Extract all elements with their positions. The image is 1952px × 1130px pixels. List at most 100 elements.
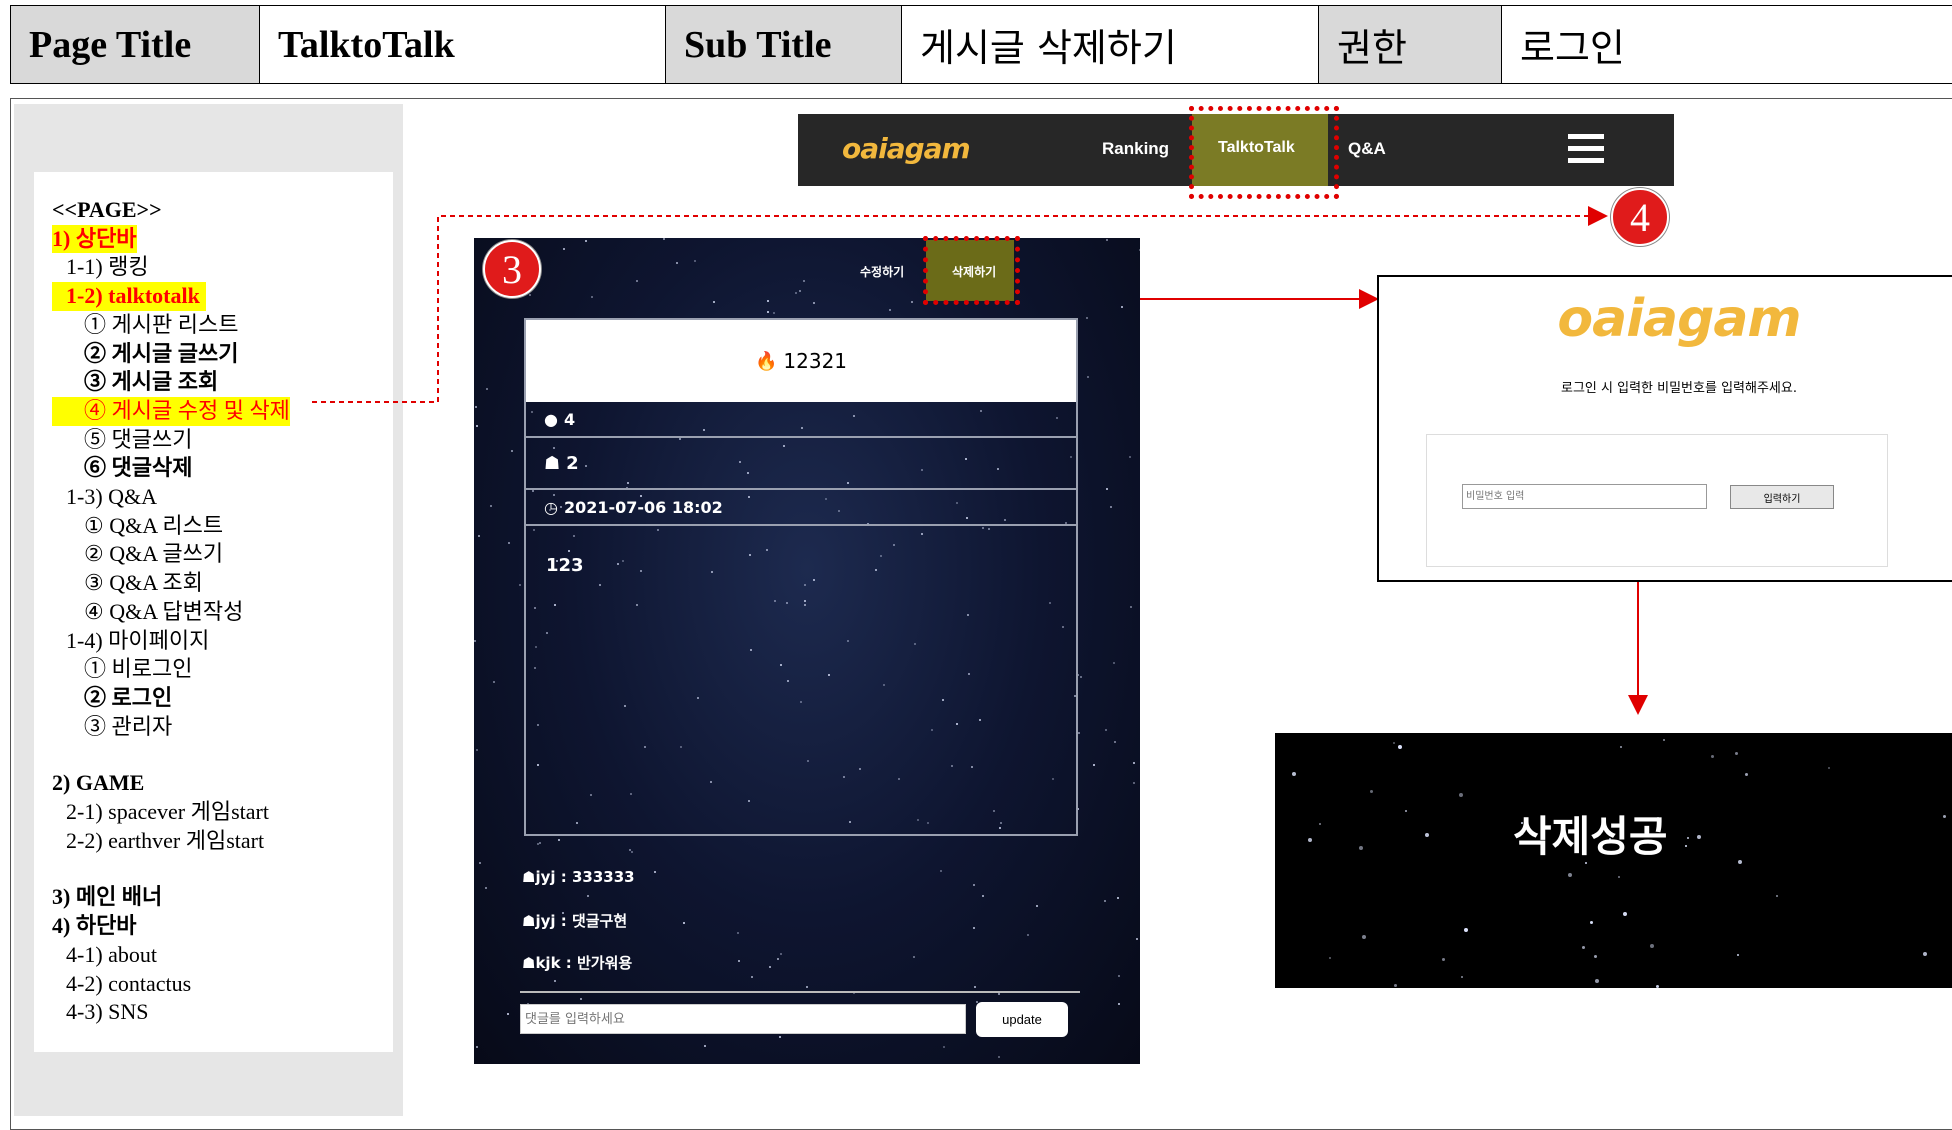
star-decoration bbox=[493, 681, 495, 683]
star-decoration bbox=[713, 301, 715, 303]
star-decoration bbox=[773, 312, 775, 314]
star-decoration bbox=[1362, 935, 1366, 939]
menu-item-qna: 1-3) Q&A bbox=[66, 484, 158, 510]
star-decoration bbox=[1114, 741, 1116, 743]
star-decoration bbox=[799, 290, 801, 292]
password-modal: oaiagam 로그인 시 입력한 비밀번호를 입력해주세요. 입력하기 bbox=[1377, 275, 1952, 582]
star-decoration bbox=[704, 1045, 706, 1047]
star-decoration bbox=[1027, 934, 1029, 936]
menu-item-spacever: 2-1) spacever 게임start bbox=[66, 799, 269, 825]
menu-item-delete-comment: ⑥ 댓글삭제 bbox=[84, 455, 193, 481]
star-decoration bbox=[779, 1036, 781, 1038]
star-decoration bbox=[1117, 897, 1119, 899]
star-decoration bbox=[889, 309, 891, 311]
menu-item-sns: 4-3) SNS bbox=[66, 999, 149, 1025]
star-decoration bbox=[507, 1013, 509, 1015]
star-decoration bbox=[777, 958, 779, 960]
star-decoration bbox=[1623, 912, 1627, 916]
star-decoration bbox=[1078, 732, 1080, 734]
star-decoration bbox=[479, 862, 481, 864]
star-decoration bbox=[683, 922, 685, 924]
menu-item-earthver: 2-2) earthver 게임start bbox=[66, 827, 265, 853]
comment-input[interactable] bbox=[520, 1004, 966, 1034]
highlight-delete bbox=[923, 236, 1020, 305]
menu-item-game: 2) GAME bbox=[52, 770, 145, 796]
star-decoration bbox=[1106, 488, 1108, 490]
menu-item-admin: ③ 관리자 bbox=[84, 713, 173, 739]
star-decoration bbox=[813, 302, 815, 304]
menu-item-board-list: ① 게시판 리스트 bbox=[84, 311, 239, 337]
star-decoration bbox=[1685, 845, 1687, 847]
star-decoration bbox=[486, 388, 488, 390]
submit-password-button[interactable]: 입력하기 bbox=[1730, 485, 1834, 509]
step-badge-3: 3 bbox=[483, 240, 541, 298]
star-decoration bbox=[475, 406, 477, 408]
sub-title-label: Sub Title bbox=[665, 5, 902, 84]
star-decoration bbox=[1130, 606, 1132, 608]
star-decoration bbox=[1405, 810, 1407, 812]
menu-item-logged-in: ② 로그인 bbox=[84, 684, 173, 710]
modal-logo: oaiagam bbox=[1557, 289, 1801, 349]
comment-count-row: ● 4 bbox=[526, 402, 1076, 438]
menu-item-qna-answer: ④ Q&A 답변작성 bbox=[84, 598, 244, 624]
star-decoration bbox=[1118, 1003, 1120, 1005]
date-row: ◷ 2021-07-06 18:02 bbox=[526, 490, 1076, 526]
hamburger-icon[interactable] bbox=[1568, 134, 1604, 164]
star-decoration bbox=[1459, 793, 1463, 797]
menu-item-talktotalk: 1-2) talktotalk bbox=[52, 282, 206, 311]
star-decoration bbox=[490, 505, 492, 507]
star-decoration bbox=[1133, 782, 1135, 784]
nav-link-ranking[interactable]: Ranking bbox=[1102, 139, 1169, 159]
modal-message: 로그인 시 입력한 비밀번호를 입력해주세요. bbox=[1561, 381, 1797, 396]
star-decoration bbox=[940, 870, 942, 872]
star-decoration bbox=[911, 301, 913, 303]
menu-item-qna-write: ② Q&A 글쓰기 bbox=[84, 541, 224, 567]
star-decoration bbox=[769, 966, 771, 968]
star-decoration bbox=[1308, 838, 1312, 842]
star-decoration bbox=[1738, 860, 1742, 864]
sub-title-value: 게시글 삭제하기 bbox=[901, 5, 1319, 84]
navbar-logo[interactable]: oaiagam bbox=[842, 132, 971, 165]
star-decoration bbox=[1594, 955, 1597, 958]
star-decoration bbox=[1687, 837, 1689, 839]
star-decoration bbox=[1464, 928, 1468, 932]
clock-icon: ◷ bbox=[544, 497, 558, 517]
auth-value: 로그인 bbox=[1501, 5, 1952, 84]
star-decoration bbox=[694, 260, 696, 262]
star-decoration bbox=[1133, 762, 1135, 764]
star-decoration bbox=[580, 998, 582, 1000]
star-decoration bbox=[631, 851, 633, 853]
edit-post-button[interactable]: 수정하기 bbox=[860, 263, 904, 280]
page-title-value: TalktoTalk bbox=[259, 5, 666, 84]
star-decoration bbox=[1923, 952, 1927, 956]
star-decoration bbox=[737, 932, 739, 934]
post-author: 2 bbox=[566, 452, 579, 474]
fire-icon: 🔥 bbox=[754, 350, 778, 372]
star-decoration bbox=[1036, 905, 1038, 907]
star-decoration bbox=[1370, 790, 1373, 793]
update-button[interactable]: update bbox=[976, 1002, 1068, 1037]
star-decoration bbox=[663, 238, 665, 240]
menu-item-topbar: 1) 상단바 bbox=[52, 224, 137, 254]
star-decoration bbox=[1086, 317, 1088, 319]
star-decoration bbox=[587, 895, 589, 897]
menu-item-contactus: 4-2) contactus bbox=[66, 970, 192, 996]
nav-link-qna[interactable]: Q&A bbox=[1348, 139, 1386, 159]
modal-form-box: 입력하기 bbox=[1426, 434, 1888, 567]
password-input[interactable] bbox=[1462, 484, 1707, 509]
star-decoration bbox=[1136, 938, 1138, 940]
delete-success-panel: 삭제성공 bbox=[1275, 733, 1952, 988]
star-decoration bbox=[1129, 456, 1131, 458]
post-date: 2021-07-06 18:02 bbox=[563, 497, 723, 517]
star-decoration bbox=[1106, 239, 1108, 241]
divider bbox=[520, 991, 1080, 993]
menu-heading: <<PAGE>> bbox=[52, 197, 162, 222]
star-decoration bbox=[1442, 958, 1445, 961]
star-decoration bbox=[1080, 676, 1082, 678]
star-decoration bbox=[1943, 815, 1946, 818]
post-title: 12321 bbox=[783, 349, 848, 373]
star-decoration bbox=[1118, 975, 1120, 977]
star-decoration bbox=[654, 871, 656, 873]
star-decoration bbox=[1711, 755, 1714, 758]
star-decoration bbox=[1828, 767, 1830, 769]
